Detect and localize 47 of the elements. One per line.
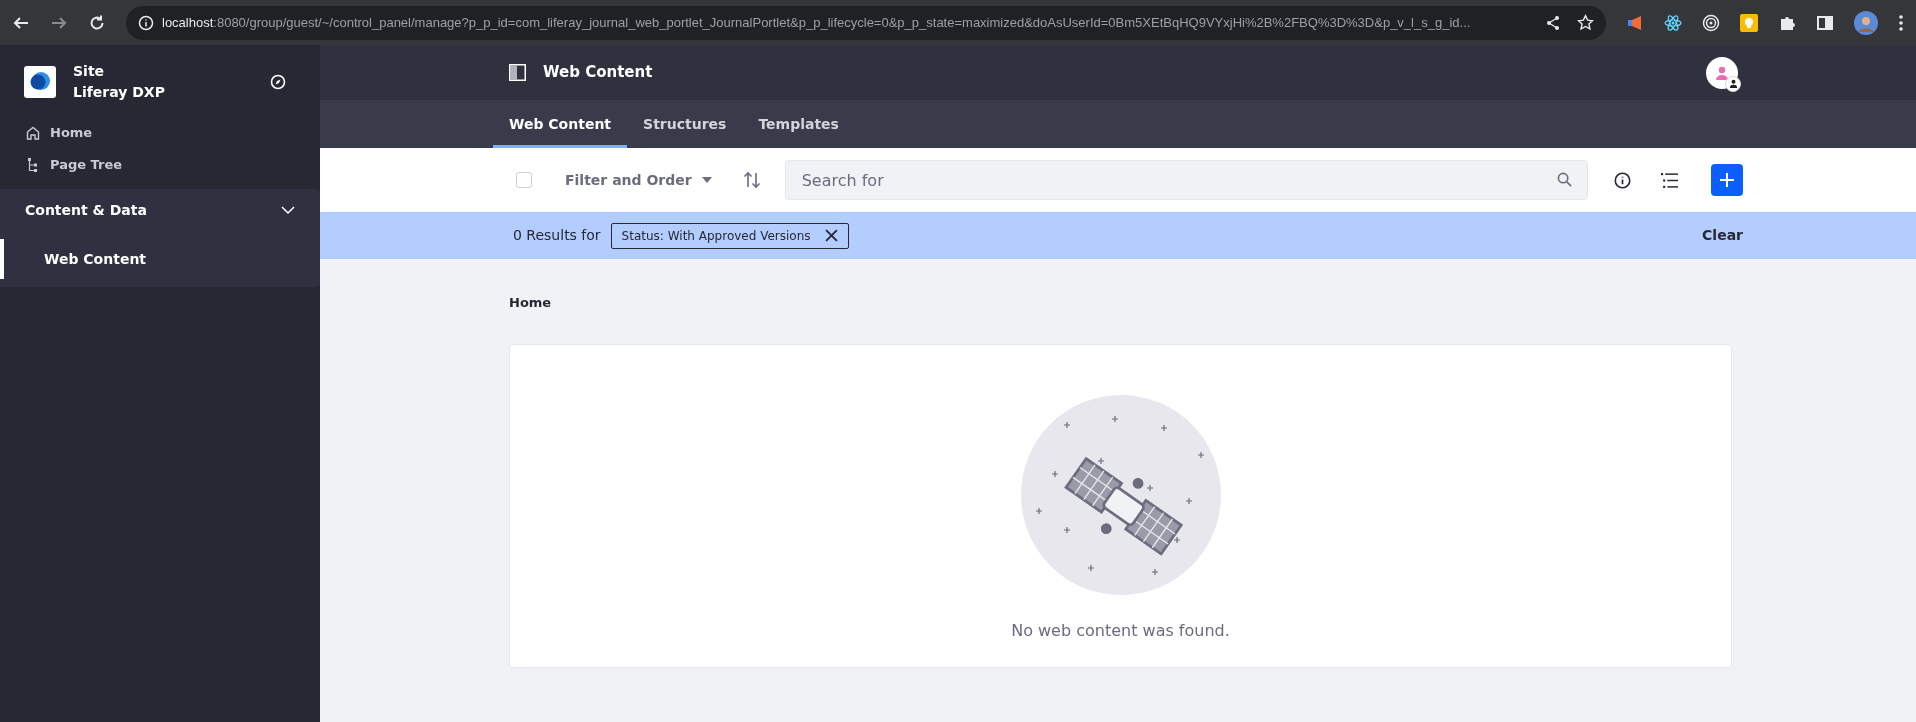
chevron-down-icon (281, 206, 295, 214)
empty-state-message: No web content was found. (1011, 620, 1230, 642)
results-count: 0 Results for (513, 226, 601, 245)
url-path: :8080/group/guest/~/control_panel/manage?p_p_id=com_liferay_journal_web_portlet_JournalPortlet&p_p_lifecycle=0&p_p_state=maximized&doAsUserId=0Bm5XEtBqHQ9VYxjHi%2B%2FBQ%3D%3D&p_v_l_s_g_id... (213, 13, 1471, 32)
site-name: Liferay DXP (73, 83, 165, 102)
add-button[interactable] (1711, 164, 1743, 196)
compass-icon[interactable] (270, 74, 286, 90)
section-toggle[interactable]: Content & Data (0, 189, 320, 231)
target-icon[interactable] (1702, 13, 1720, 32)
sidebar-nav-item[interactable]: Home (0, 117, 320, 149)
clear-button[interactable]: Clear (1702, 225, 1743, 246)
reload-icon[interactable] (88, 13, 106, 32)
user-avatar[interactable] (1706, 56, 1738, 89)
url-host: localhost (162, 13, 214, 32)
nav-tab[interactable]: Structures (627, 100, 743, 148)
caret-icon (701, 177, 712, 183)
breadcrumb: Home (509, 294, 553, 312)
search-icon[interactable] (1557, 172, 1572, 187)
site-logo (24, 66, 56, 98)
plus-icon (1719, 172, 1735, 188)
info-icon (138, 14, 154, 31)
user-icon (1714, 64, 1730, 81)
close-icon[interactable] (824, 229, 838, 242)
home-icon (26, 126, 40, 140)
panel-toggle-icon[interactable] (509, 64, 526, 81)
atom-icon[interactable] (1664, 13, 1682, 32)
avatar-icon[interactable] (1854, 10, 1878, 35)
filter-and-order-dropdown[interactable]: Filter and Order (550, 164, 727, 196)
sidebar-nav-item[interactable]: Page Tree (0, 149, 320, 181)
page-title: Web Content (543, 62, 653, 84)
megaphone-icon[interactable] (1626, 13, 1644, 32)
sidebar-icon[interactable] (1816, 13, 1834, 32)
select-all-checkbox[interactable] (516, 172, 532, 188)
list-view-icon[interactable] (1661, 171, 1678, 189)
nav-tab[interactable]: Templates (742, 100, 855, 148)
site-label: Site (73, 62, 106, 81)
bulb-icon[interactable] (1740, 13, 1758, 32)
star-icon[interactable] (1577, 14, 1594, 31)
filter-tag-text: Status: With Approved Versions (621, 227, 811, 245)
search-field[interactable]: Search for (784, 160, 1588, 200)
sort-icon[interactable] (742, 171, 761, 189)
tree-icon (26, 158, 40, 172)
info-icon[interactable] (1614, 171, 1631, 189)
share-icon[interactable] (1545, 14, 1561, 31)
address-bar[interactable]: localhost:8080/group/guest/~/control_panel/manage?p_p_id=com_liferay_journal_web_portlet_JournalPortlet&p_p_lifecycle=0&p_p_state=maximized&doAsUserId=0Bm5XEtBqHQ9VYxjHi%2B%2FBQ%3D%3D&p_v_l_s_g_id... (126, 5, 1606, 40)
user-badge-icon (1728, 79, 1738, 88)
more-icon[interactable] (1898, 13, 1904, 32)
